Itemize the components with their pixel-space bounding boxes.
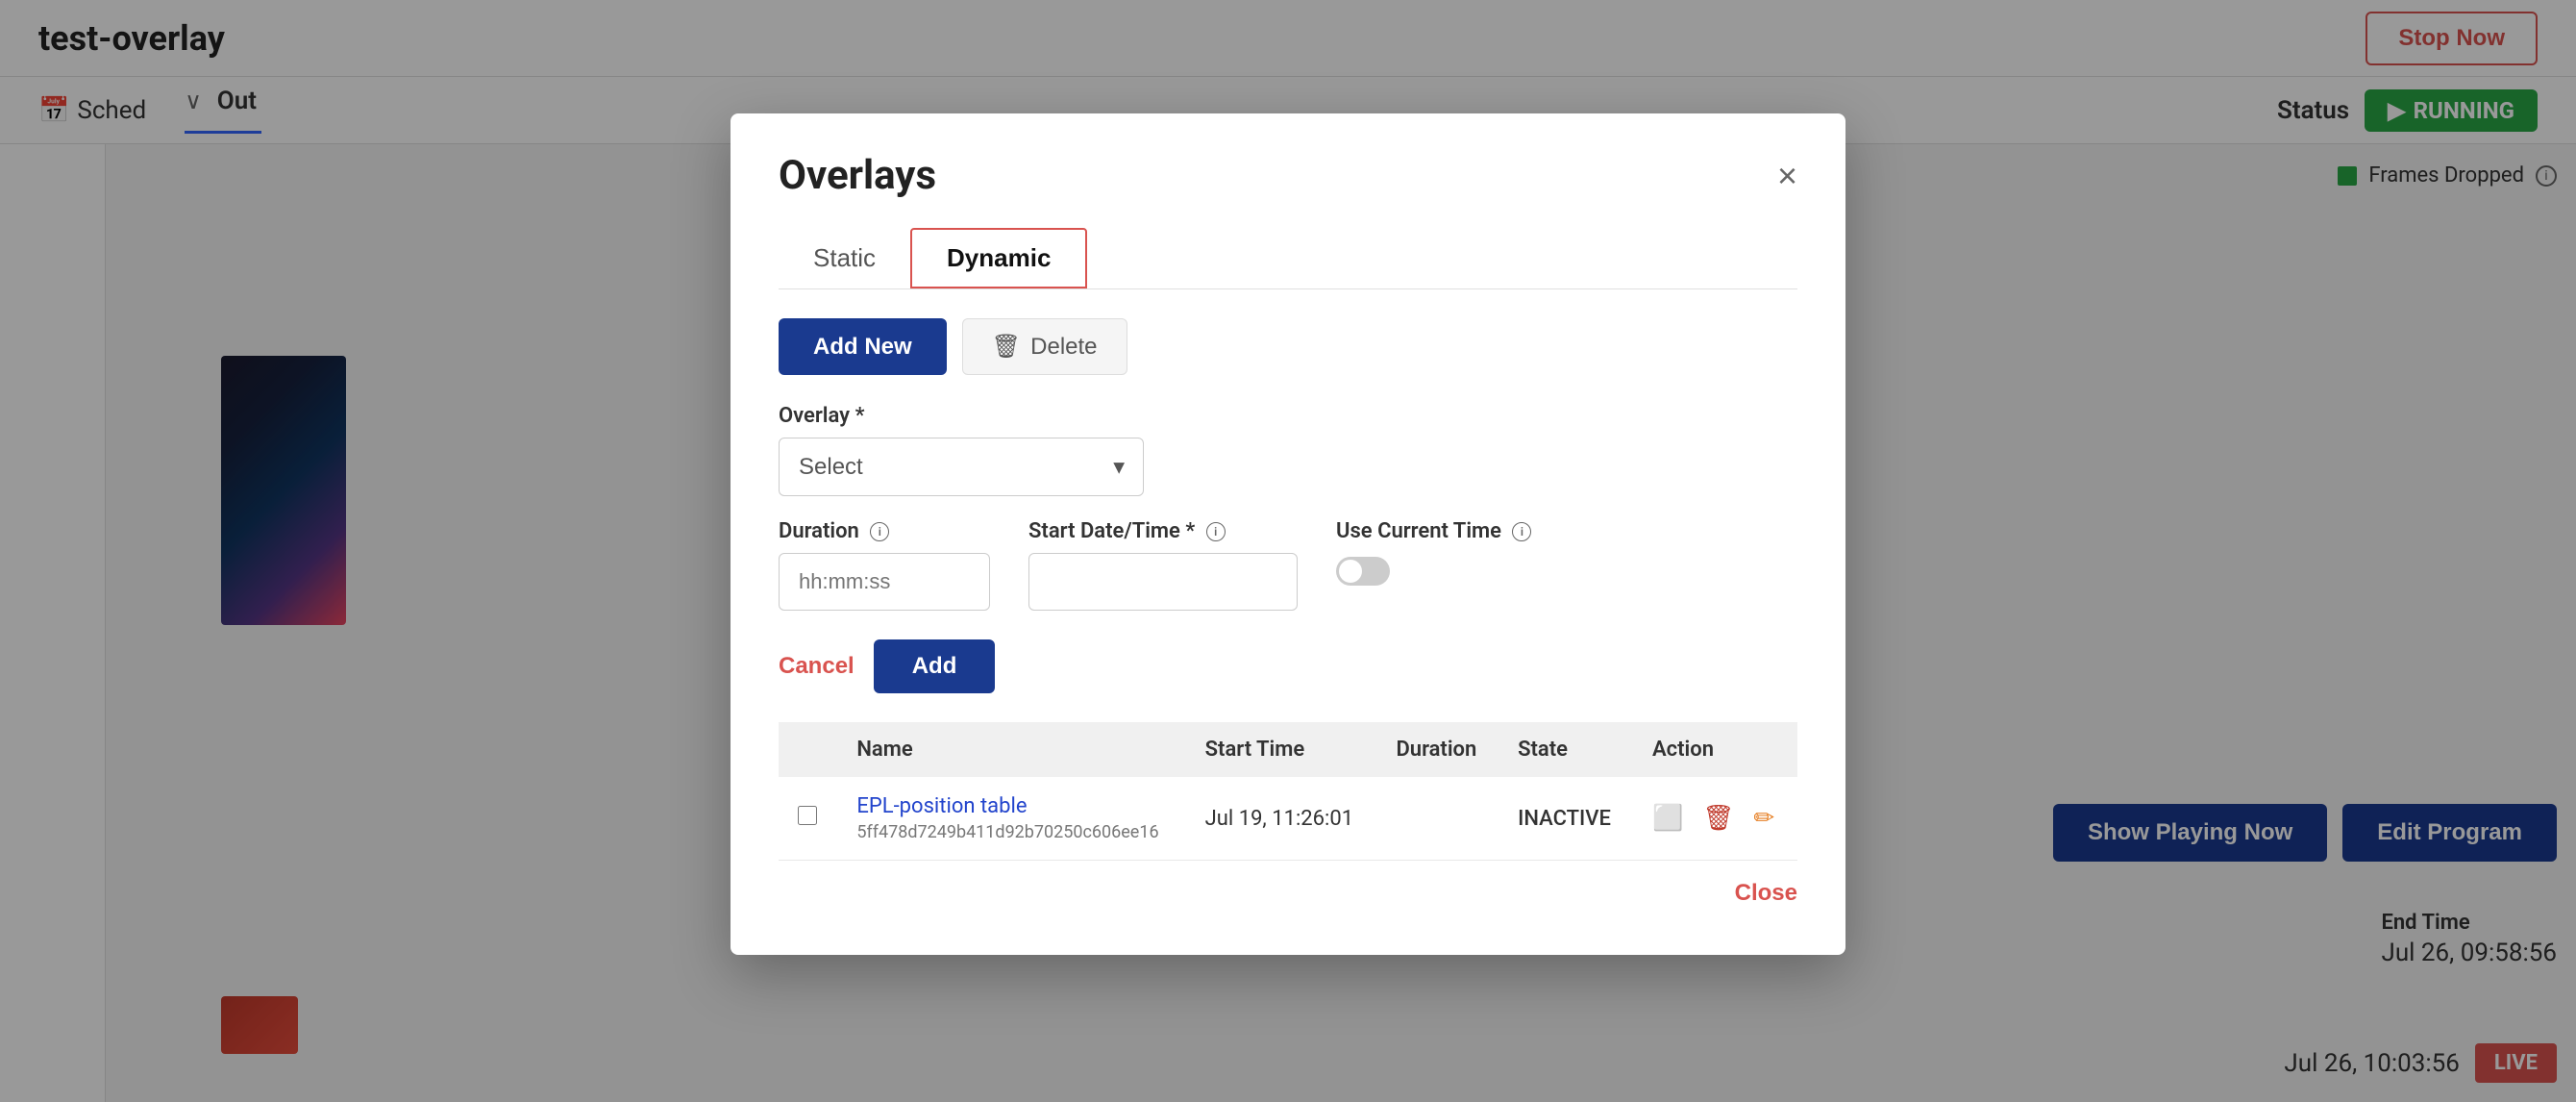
table-row: EPL-position table 5ff478d7249b411d92b70… bbox=[779, 777, 1797, 861]
overlays-modal: Overlays × Static Dynamic Add New 🗑 Dele… bbox=[731, 113, 1845, 955]
use-current-time-group: Use Current Time i bbox=[1336, 519, 1531, 586]
modal-tabs: Static Dynamic bbox=[779, 228, 1797, 289]
action-icons: ⬜ 🗑 ✏ bbox=[1652, 804, 1778, 833]
col-state: State bbox=[1499, 722, 1633, 777]
add-button[interactable]: Add bbox=[874, 639, 996, 693]
table-header: Name Start Time Duration State Action bbox=[779, 722, 1797, 777]
trash-icon: 🗑 bbox=[992, 333, 1021, 361]
overlay-select-wrapper: Select ▼ bbox=[779, 438, 1144, 496]
duration-info-icon[interactable]: i bbox=[870, 522, 889, 541]
overlay-label: Overlay * bbox=[779, 404, 1797, 428]
col-action: Action bbox=[1633, 722, 1797, 777]
duration-input[interactable] bbox=[779, 553, 990, 611]
start-datetime-label: Start Date/Time * i bbox=[1028, 519, 1298, 543]
duration-group: Duration i bbox=[779, 519, 990, 611]
duration-label: Duration i bbox=[779, 519, 990, 543]
use-current-time-info-icon[interactable]: i bbox=[1512, 522, 1531, 541]
modal-title: Overlays bbox=[779, 152, 936, 199]
use-current-time-label: Use Current Time i bbox=[1336, 519, 1531, 543]
row-duration-cell bbox=[1376, 777, 1499, 861]
use-current-time-toggle[interactable] bbox=[1336, 557, 1390, 586]
row-action-cell: ⬜ 🗑 ✏ bbox=[1633, 777, 1797, 861]
overlay-name-link[interactable]: EPL-position table bbox=[856, 794, 1027, 818]
modal-header: Overlays × bbox=[779, 152, 1797, 199]
start-datetime-input[interactable] bbox=[1028, 553, 1298, 611]
tab-static[interactable]: Static bbox=[779, 228, 910, 288]
form-buttons: Cancel Add bbox=[779, 639, 1797, 693]
row-checkbox[interactable] bbox=[798, 806, 817, 825]
table-body: EPL-position table 5ff478d7249b411d92b70… bbox=[779, 777, 1797, 861]
close-modal-button[interactable]: Close bbox=[1735, 880, 1797, 907]
start-datetime-info-icon[interactable]: i bbox=[1206, 522, 1226, 541]
use-current-time-toggle-wrapper bbox=[1336, 557, 1531, 586]
row-checkbox-cell bbox=[779, 777, 837, 861]
start-date-group: Start Date/Time * i bbox=[1028, 519, 1298, 611]
delete-button[interactable]: 🗑 Delete bbox=[962, 318, 1127, 375]
cancel-button[interactable]: Cancel bbox=[779, 653, 855, 680]
form-row: Duration i Start Date/Time * i Use Curre… bbox=[779, 519, 1797, 611]
row-start-time-cell: Jul 19, 11:26:01 bbox=[1186, 777, 1377, 861]
col-duration: Duration bbox=[1376, 722, 1499, 777]
delete-row-icon[interactable]: 🗑 bbox=[1702, 804, 1734, 833]
tab-dynamic[interactable]: Dynamic bbox=[910, 228, 1087, 288]
edit-row-icon[interactable]: ✏ bbox=[1753, 804, 1774, 833]
col-checkbox bbox=[779, 722, 837, 777]
col-start-time: Start Time bbox=[1186, 722, 1377, 777]
state-badge: INACTIVE bbox=[1518, 807, 1611, 831]
modal-footer: Close bbox=[779, 880, 1797, 907]
col-name: Name bbox=[837, 722, 1185, 777]
modal-actions: Add New 🗑 Delete bbox=[779, 318, 1797, 375]
overlays-table: Name Start Time Duration State Action EP… bbox=[779, 722, 1797, 861]
delete-label: Delete bbox=[1030, 334, 1097, 361]
square-icon[interactable]: ⬜ bbox=[1652, 804, 1683, 833]
overlay-form-group: Overlay * Select ▼ bbox=[779, 404, 1797, 496]
row-name-cell: EPL-position table 5ff478d7249b411d92b70… bbox=[837, 777, 1185, 861]
add-new-button[interactable]: Add New bbox=[779, 318, 947, 375]
overlay-select[interactable]: Select bbox=[779, 438, 1144, 496]
row-state-cell: INACTIVE bbox=[1499, 777, 1633, 861]
modal-close-button[interactable]: × bbox=[1777, 159, 1797, 193]
overlay-id: 5ff478d7249b411d92b70250c606ee16 bbox=[856, 822, 1166, 842]
